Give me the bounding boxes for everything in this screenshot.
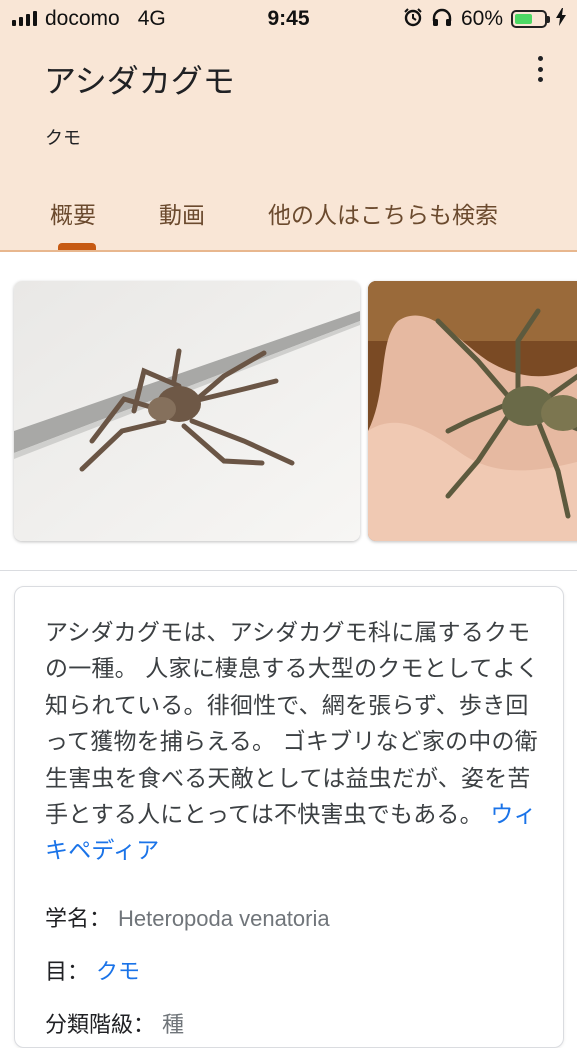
knowledge-header: アシダカグモ クモ 概要 動画 他の人はこちらも検索 bbox=[0, 38, 577, 252]
battery-fill bbox=[515, 14, 532, 24]
status-bar: docomo 4G 9:45 60% bbox=[0, 0, 577, 38]
charging-icon bbox=[555, 8, 567, 30]
fact-value: Heteropoda venatoria bbox=[118, 906, 330, 931]
battery-percent: 60% bbox=[460, 7, 503, 30]
description-card: アシダカグモは、アシダカグモ科に属するクモの一種。 人家に棲息する大型のクモとし… bbox=[14, 586, 564, 1048]
description-body: アシダカグモは、アシダカグモ科に属するクモの一種。 人家に棲息する大型のクモとし… bbox=[45, 620, 540, 829]
image-carousel bbox=[0, 281, 577, 541]
alarm-icon bbox=[403, 7, 423, 31]
tab-videos[interactable]: 動画 bbox=[159, 196, 205, 230]
fact-label: 学名： bbox=[45, 907, 112, 932]
fact-label: 目： bbox=[45, 960, 90, 985]
tab-bar: 概要 動画 他の人はこちらも検索 bbox=[0, 196, 577, 250]
fact-order: 目： クモ bbox=[45, 954, 140, 986]
tab-overview[interactable]: 概要 bbox=[50, 196, 96, 230]
tab-people-also-search[interactable]: 他の人はこちらも検索 bbox=[268, 196, 498, 230]
fact-rank: 分類階級： 種 bbox=[45, 1007, 184, 1039]
section-divider bbox=[0, 570, 577, 571]
spider-on-wall-image[interactable] bbox=[14, 281, 360, 541]
fact-value-link[interactable]: クモ bbox=[96, 960, 140, 985]
spider-on-hand-image[interactable] bbox=[368, 281, 577, 541]
active-tab-indicator bbox=[58, 243, 96, 250]
status-right: 60% bbox=[403, 7, 567, 31]
page-title: アシダカグモ bbox=[44, 62, 235, 100]
page-subtitle: クモ bbox=[45, 128, 81, 149]
more-vert-icon[interactable] bbox=[531, 56, 549, 82]
fact-label: 分類階級： bbox=[45, 1013, 156, 1038]
description-text: アシダカグモは、アシダカグモ科に属するクモの一種。 人家に棲息する大型のクモとし… bbox=[45, 615, 541, 870]
fact-scientific-name: 学名： Heteropoda venatoria bbox=[45, 901, 330, 933]
fact-value: 種 bbox=[162, 1012, 185, 1037]
headphones-icon bbox=[431, 7, 453, 31]
battery-icon bbox=[511, 10, 550, 28]
